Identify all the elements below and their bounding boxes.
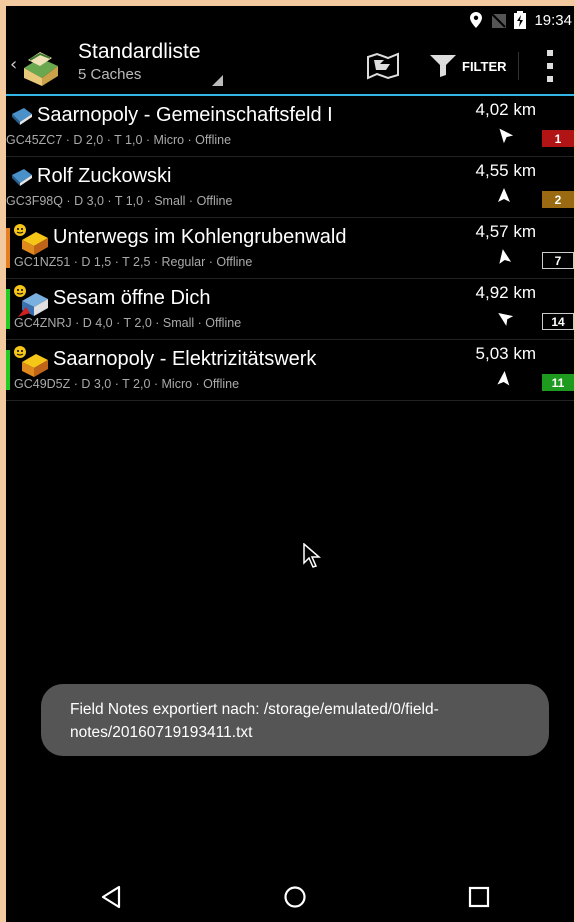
nav-home-icon[interactable] [282,884,308,910]
direction-arrow-icon [498,312,514,326]
more-dot [547,50,553,56]
status-time: 19:34 [534,11,572,29]
cache-info: GC49D5Z · D 3,0 · T 2,0 · Micro · Offlin… [14,377,240,391]
cache-count-badge: 1 [542,130,574,147]
action-bar: ‹ Standardliste 5 Caches FILTER [6,34,574,96]
list-subtitle: 5 Caches [78,66,142,83]
appbar-divider [518,52,519,80]
navigation-bar [6,872,574,922]
cache-count-badge: 14 [542,313,574,330]
direction-arrow-icon [499,128,514,144]
list-selector[interactable]: Standardliste 5 Caches [78,40,201,83]
back-chevron-icon[interactable]: ‹ [10,54,17,75]
cache-row[interactable]: Saarnopoly - Gemeinschaftsfeld I GC45ZC7… [6,96,574,157]
more-dot [547,76,553,82]
filter-icon [430,55,456,77]
virtual-cache-icon [12,169,32,186]
overflow-menu-button[interactable] [538,50,562,82]
multi-cache-icon [14,346,48,377]
toast-line: notes/20160719193411.txt [70,724,253,741]
toast-message: Field Notes exportiert nach: /storage/em… [41,684,549,756]
status-bar: 19:34 [6,6,574,34]
cache-distance: 4,57 km [475,222,536,241]
cache-count-badge: 11 [542,374,574,391]
cache-row[interactable]: Sesam öffne Dich GC4ZNRJ · D 4,0 · T 2,0… [6,279,574,340]
cache-name: Sesam öffne Dich [53,287,211,309]
cache-count-badge: 2 [542,191,574,208]
status-stripe [6,289,10,329]
cache-name: Unterwegs im Kohlengrubenwald [53,226,347,248]
more-dot [547,63,553,69]
nav-recents-icon[interactable] [466,884,492,910]
cache-row[interactable]: Rolf Zuckowski GC3F98Q · D 3,0 · T 1,0 ·… [6,157,574,218]
app-logo-icon[interactable] [20,48,60,86]
cache-count-badge: 7 [542,252,574,269]
map-button[interactable] [366,52,400,80]
filter-label: FILTER [462,58,507,74]
cache-distance: 5,03 km [475,344,536,363]
direction-arrow-icon [499,249,512,264]
virtual-cache-icon [12,108,32,125]
multi-cache-icon [14,224,48,255]
cache-name: Saarnopoly - Gemeinschaftsfeld I [37,104,333,126]
nav-back-icon[interactable] [99,884,125,910]
filter-button[interactable]: FILTER [430,52,507,80]
battery-charging-icon [514,11,527,29]
cache-distance: 4,92 km [475,283,536,302]
cache-info: GC45ZC7 · D 2,0 · T 1,0 · Micro · Offlin… [6,133,232,147]
direction-arrow-icon [497,371,510,386]
toast-line: Field Notes exportiert nach: /storage/em… [70,701,439,718]
mystery-cache-icon [14,285,48,317]
list-title: Standardliste [78,40,201,63]
cache-row[interactable]: Saarnopoly - Elektrizitätswerk GC49D5Z ·… [6,340,574,401]
cache-info: GC3F98Q · D 3,0 · T 1,0 · Small · Offlin… [6,194,233,208]
cache-info: GC4ZNRJ · D 4,0 · T 2,0 · Small · Offlin… [14,316,242,330]
direction-arrow-icon [498,188,510,202]
cache-distance: 4,55 km [475,161,536,180]
app-screen: 19:34 ‹ Standardliste 5 Caches FILTER Sa… [6,6,574,922]
cache-name: Saarnopoly - Elektrizitätswerk [53,348,317,370]
mouse-pointer-icon [303,543,321,568]
cache-list: Saarnopoly - Gemeinschaftsfeld I GC45ZC7… [6,96,574,401]
cache-name: Rolf Zuckowski [37,165,172,187]
status-stripe [6,228,10,268]
no-sim-icon [490,12,507,28]
dropdown-indicator-icon [212,75,223,86]
location-icon [470,12,483,28]
cache-row[interactable]: Unterwegs im Kohlengrubenwald GC1NZ51 · … [6,218,574,279]
status-stripe [6,350,10,390]
cache-distance: 4,02 km [475,100,536,119]
cache-info: GC1NZ51 · D 1,5 · T 2,5 · Regular · Offl… [14,255,253,269]
